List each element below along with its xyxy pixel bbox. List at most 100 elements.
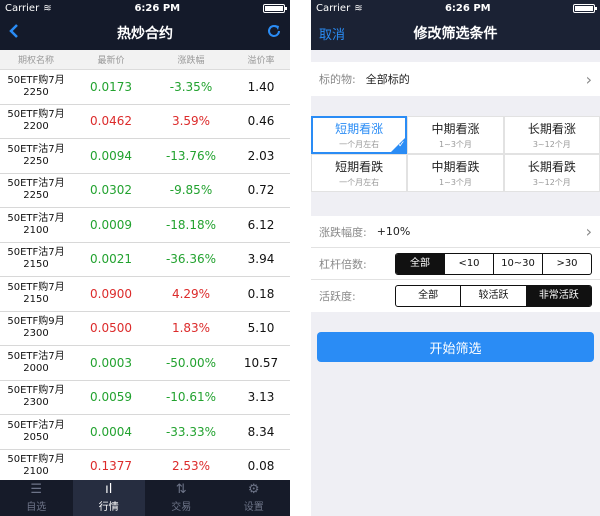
latest-price: 0.0059	[90, 390, 132, 405]
activity-option[interactable]: 较活跃	[460, 286, 525, 306]
tab-trade[interactable]: ⇅ 交易	[145, 480, 218, 516]
tab-market[interactable]: ıl 行情	[72, 480, 145, 516]
activity-label: 活跃度:	[319, 290, 356, 303]
term-subtitle: 一个月左右	[339, 140, 380, 149]
latest-price: 0.1377	[90, 459, 132, 474]
activity-row: 活跃度: 全部 较活跃 非常活跃	[311, 280, 600, 312]
options-table: 50ETF购7月 2250 0.0173 -3.35% 1.40 50ETF购7月 2200…	[0, 70, 290, 484]
latest-price: 0.0094	[90, 148, 132, 163]
table-row[interactable]: 50ETF购7月 2100 0.1377 2.53% 0.08	[0, 450, 290, 484]
term-option[interactable]: 长期看跌 3~12个月	[503, 154, 600, 192]
table-row[interactable]: 50ETF购7月 2200 0.0462 3.59% 0.46	[0, 105, 290, 139]
change-range-row[interactable]: 涨跌幅度: +10% ›	[311, 216, 600, 248]
change-percent: -33.33%	[165, 424, 217, 439]
refresh-button[interactable]	[266, 23, 282, 43]
term-option[interactable]: 短期看跌 一个月左右	[311, 154, 408, 192]
leverage-option[interactable]: 全部	[396, 253, 444, 274]
activity-segmented-control: 全部 较活跃 非常活跃	[395, 285, 592, 307]
chevron-right-icon: ›	[585, 69, 592, 89]
premium-rate: 0.72	[247, 183, 275, 198]
latest-price: 0.0004	[90, 424, 132, 439]
tab-watchlist[interactable]: ☰ 自选	[0, 480, 73, 516]
table-row[interactable]: 50ETF沽7月 2000 0.0003 -50.00% 10.57	[0, 346, 290, 381]
table-row[interactable]: 50ETF购7月 2250 0.0173 -3.35% 1.40	[0, 70, 290, 105]
tab-settings[interactable]: ⚙ 设置	[218, 480, 291, 516]
page-title: 修改筛选条件	[413, 26, 498, 42]
table-row[interactable]: 50ETF沽7月 2100 0.0009 -18.18% 6.12	[0, 208, 290, 243]
tab-label: 交易	[171, 502, 192, 513]
premium-rate: 10.57	[243, 355, 279, 370]
table-row[interactable]: 50ETF购7月 2300 0.0059 -10.61% 3.13	[0, 381, 290, 415]
leverage-option[interactable]: 10~30	[493, 253, 542, 274]
term-option[interactable]: 中期看跌 1~3个月	[407, 154, 504, 192]
tab-label: 行情	[98, 502, 119, 513]
table-header: 期权名称 最新价 涨跌幅 溢价率	[0, 50, 290, 70]
leverage-option[interactable]: <10	[444, 253, 493, 274]
option-name: 50ETF购7月 2200	[7, 109, 65, 133]
option-name: 50ETF购7月 2150	[7, 281, 65, 305]
table-row[interactable]: 50ETF购9月 2300 0.0500 1.83% 5.10	[0, 312, 290, 346]
activity-option[interactable]: 全部	[396, 286, 460, 306]
premium-rate: 3.13	[247, 390, 275, 405]
table-row[interactable]: 50ETF沽7月 2150 0.0021 -36.36% 3.94	[0, 243, 290, 277]
latest-price: 0.0009	[90, 217, 132, 232]
table-row[interactable]: 50ETF购7月 2150 0.0900 4.29% 0.18	[0, 277, 290, 312]
latest-price: 0.0173	[90, 79, 132, 94]
change-percent: -13.76%	[165, 148, 217, 163]
page-title: 热炒合约	[117, 26, 173, 42]
term-title: 短期看涨	[335, 122, 384, 136]
option-name: 50ETF沽7月 2250	[7, 178, 65, 202]
cancel-button[interactable]: 取消	[319, 24, 345, 43]
wifi-icon: ≋	[354, 2, 363, 14]
option-name: 50ETF沽7月 2000	[7, 350, 65, 374]
term-subtitle: 1~3个月	[439, 140, 472, 149]
column-header-premium[interactable]: 溢价率	[232, 53, 290, 66]
option-name: 50ETF购7月 2250	[7, 74, 65, 98]
premium-rate: 5.10	[247, 321, 275, 336]
term-subtitle: 3~12个月	[532, 140, 571, 149]
chart-icon: ıl	[105, 482, 113, 497]
refresh-icon	[268, 25, 280, 37]
change-percent: 4.29%	[171, 286, 211, 301]
change-percent: -3.35%	[169, 79, 213, 94]
back-button[interactable]	[8, 23, 20, 43]
term-title: 长期看涨	[527, 122, 576, 136]
column-header-price[interactable]: 最新价	[72, 53, 150, 66]
change-percent: 2.53%	[171, 459, 211, 474]
table-row[interactable]: 50ETF沽7月 2050 0.0004 -33.33% 8.34	[0, 415, 290, 450]
column-header-name[interactable]: 期权名称	[0, 53, 72, 66]
change-percent: -18.18%	[165, 217, 217, 232]
list-icon: ☰	[30, 482, 43, 497]
table-row[interactable]: 50ETF沽7月 2250 0.0302 -9.85% 0.72	[0, 174, 290, 208]
status-time: 6:26 PM	[134, 2, 181, 14]
status-bar: Carrier ≋ 6:26 PM	[0, 0, 290, 16]
start-filter-button[interactable]: 开始筛选	[317, 332, 594, 362]
gear-icon: ⚙	[247, 482, 260, 497]
term-option[interactable]: 短期看涨一个月左右 ✓	[311, 116, 408, 154]
option-name: 50ETF沽7月 2100	[7, 212, 65, 236]
checkmark-icon: ✓	[390, 137, 407, 153]
activity-option[interactable]: 非常活跃	[525, 286, 591, 306]
premium-rate: 0.08	[247, 459, 275, 474]
change-range-label: 涨跌幅度:	[319, 225, 367, 239]
change-percent: 1.83%	[171, 321, 211, 336]
term-subtitle: 一个月左右	[339, 178, 380, 187]
column-header-change[interactable]: 涨跌幅	[150, 53, 232, 66]
term-subtitle: 1~3个月	[439, 178, 472, 187]
battery-icon	[572, 3, 597, 13]
chevron-right-icon: ›	[585, 222, 592, 241]
premium-rate: 0.46	[247, 114, 275, 129]
change-percent: -36.36%	[165, 252, 217, 267]
leverage-row: 杠杆倍数: 全部 <10 10~30 >30	[311, 248, 600, 280]
underlying-row[interactable]: 标的物: 全部标的 ›	[311, 62, 600, 96]
leverage-option[interactable]: >30	[542, 253, 591, 274]
term-option[interactable]: 长期看涨 3~12个月	[503, 116, 600, 154]
option-name: 50ETF沽7月 2050	[7, 419, 65, 443]
change-percent: -9.85%	[169, 183, 213, 198]
nav-bar: 热炒合约	[0, 16, 290, 50]
status-bar: Carrier ≋ 6:26 PM	[311, 0, 600, 16]
change-percent: -50.00%	[165, 355, 217, 370]
premium-rate: 0.18	[247, 286, 275, 301]
table-row[interactable]: 50ETF沽7月 2250 0.0094 -13.76% 2.03	[0, 139, 290, 174]
term-option[interactable]: 中期看涨 1~3个月	[407, 116, 504, 154]
